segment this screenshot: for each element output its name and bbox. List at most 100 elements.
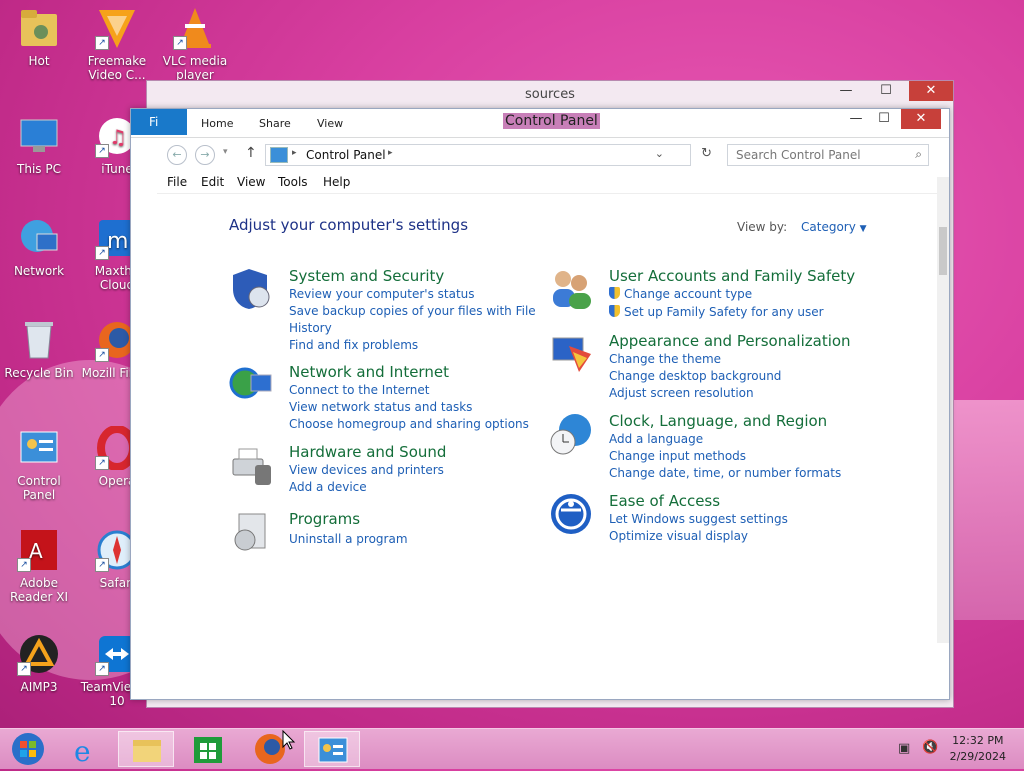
network-globe-icon: [229, 363, 273, 407]
category-link[interactable]: Set up Family Safety for any user: [624, 305, 824, 319]
chevron-down-icon: ▼: [859, 224, 867, 234]
shortcut-arrow-icon: ↗: [95, 36, 109, 50]
maximize-icon[interactable]: ☐: [867, 109, 901, 129]
uac-shield-icon: [609, 287, 620, 299]
view-by-label: View by:: [737, 220, 788, 234]
view-by-dropdown[interactable]: Category ▼: [801, 220, 867, 234]
recycle-bin-icon: [17, 318, 61, 362]
control-panel-icon: [270, 147, 288, 163]
tab-share[interactable]: Share: [259, 117, 291, 130]
desktop-icon-label: This PC: [17, 162, 61, 176]
maximize-icon[interactable]: ☐: [869, 81, 903, 101]
desktop-icon-recycle-bin[interactable]: Recycle Bin: [0, 318, 78, 380]
desktop-icon-label: Recycle Bin: [4, 366, 74, 380]
category-title[interactable]: Programs: [289, 510, 360, 528]
menu-bar: File Edit View Tools Help: [157, 171, 937, 194]
desktop-icon-control-panel[interactable]: Control Panel: [0, 426, 78, 502]
control-panel-content: Adjust your computer's settings View by:…: [157, 195, 943, 695]
category-link[interactable]: Add a language: [609, 432, 703, 446]
address-bar[interactable]: ▸ Control Panel ▸ ⌄ ↻: [265, 144, 712, 166]
start-button[interactable]: [2, 731, 58, 767]
taskbar-file-explorer[interactable]: [118, 731, 174, 767]
desktop-icon-label: Adobe Reader XI: [9, 576, 69, 604]
category-link[interactable]: Uninstall a program: [289, 532, 408, 546]
close-icon[interactable]: ✕: [901, 109, 941, 129]
control-panel-window[interactable]: Fi Home Share View Control Panel — ☐ ✕ ←…: [130, 108, 950, 700]
category-link[interactable]: Change date, time, or number formats: [609, 466, 841, 480]
menu-view[interactable]: View: [237, 175, 265, 189]
desktop-icon-aimp3[interactable]: ↗ AIMP3: [0, 632, 78, 694]
up-arrow-icon[interactable]: ↑: [245, 145, 257, 161]
breadcrumb-separator-icon: ▸: [292, 148, 297, 158]
category-link[interactable]: Let Windows suggest settings: [609, 512, 788, 526]
category-link-with-shield[interactable]: Set up Family Safety for any user: [609, 305, 824, 319]
internet-explorer-icon: e: [74, 735, 91, 768]
category-link[interactable]: Review your computer's status: [289, 287, 475, 301]
menu-edit[interactable]: Edit: [201, 175, 224, 189]
category-link[interactable]: Change desktop background: [609, 369, 781, 383]
file-tab[interactable]: Fi: [131, 109, 187, 135]
taskbar: e ▣ 🔇 12:32 PM 2/29/2024: [0, 728, 1024, 769]
forward-arrow-icon[interactable]: →: [195, 145, 215, 165]
tab-view[interactable]: View: [317, 117, 343, 130]
back-arrow-icon[interactable]: ←: [167, 145, 187, 165]
category-link-with-shield[interactable]: Change account type: [609, 287, 752, 301]
network-tray-icon[interactable]: ▣: [898, 741, 910, 756]
category-title[interactable]: System and Security: [289, 267, 444, 285]
taskbar-control-panel[interactable]: [304, 731, 360, 767]
system-clock[interactable]: 12:32 PM 2/29/2024: [950, 733, 1006, 765]
category-title[interactable]: User Accounts and Family Safety: [609, 267, 855, 285]
menu-tools[interactable]: Tools: [278, 175, 308, 189]
vertical-scrollbar[interactable]: [937, 177, 949, 643]
breadcrumb-chevron-icon[interactable]: ▸: [388, 148, 393, 158]
menu-help[interactable]: Help: [323, 175, 350, 189]
menu-file[interactable]: File: [167, 175, 187, 189]
search-icon[interactable]: ⌕: [915, 147, 922, 162]
recent-locations-chevron-icon[interactable]: ▾: [223, 147, 228, 157]
desktop-icon-this-pc[interactable]: This PC: [0, 114, 78, 176]
category-link[interactable]: View devices and printers: [289, 463, 444, 477]
category-link[interactable]: View network status and tasks: [289, 400, 472, 414]
appearance-icon: [549, 332, 593, 376]
computer-icon: [17, 114, 61, 158]
category-link[interactable]: Connect to the Internet: [289, 383, 429, 397]
minimize-icon[interactable]: —: [829, 81, 863, 101]
volume-muted-icon[interactable]: 🔇: [922, 740, 938, 755]
close-icon[interactable]: ✕: [909, 81, 953, 101]
taskbar-ie[interactable]: e: [60, 731, 116, 768]
category-title[interactable]: Ease of Access: [609, 492, 720, 510]
category-link[interactable]: Find and fix problems: [289, 338, 418, 352]
category-title[interactable]: Hardware and Sound: [289, 443, 446, 461]
tab-home[interactable]: Home: [201, 117, 233, 130]
category-link[interactable]: Adjust screen resolution: [609, 386, 754, 400]
desktop-icon-hot[interactable]: Hot: [0, 6, 78, 68]
scrollbar-thumb[interactable]: [939, 227, 947, 275]
category-link[interactable]: Change account type: [624, 287, 752, 301]
category-title[interactable]: Network and Internet: [289, 363, 449, 381]
breadcrumb-control-panel[interactable]: Control Panel: [306, 148, 386, 162]
clock-time: 12:32 PM: [952, 734, 1004, 747]
desktop-icon-vlc[interactable]: ↗ VLC media player: [156, 6, 234, 82]
refresh-icon[interactable]: ↻: [701, 146, 712, 161]
category-link[interactable]: Save backup copies of your files with Fi…: [289, 304, 536, 318]
category-link[interactable]: Optimize visual display: [609, 529, 748, 543]
desktop-icon-network[interactable]: Network: [0, 216, 78, 278]
shortcut-arrow-icon: ↗: [95, 662, 109, 676]
category-title[interactable]: Clock, Language, and Region: [609, 412, 827, 430]
control-panel-icon: [318, 737, 348, 763]
category-link[interactable]: History: [289, 321, 332, 335]
taskbar-store[interactable]: [180, 731, 236, 767]
shortcut-arrow-icon: ↗: [95, 246, 109, 260]
search-input[interactable]: Search Control Panel: [736, 148, 861, 162]
search-box[interactable]: Search Control Panel ⌕: [727, 144, 929, 166]
category-link[interactable]: Change the theme: [609, 352, 721, 366]
category-link[interactable]: Choose homegroup and sharing options: [289, 417, 529, 431]
desktop-icon-freemake[interactable]: ↗ Freemake Video C...: [78, 6, 156, 82]
category-title[interactable]: Appearance and Personalization: [609, 332, 851, 350]
category-link[interactable]: Add a device: [289, 480, 367, 494]
desktop-icon-adobe-reader[interactable]: A ↗ Adobe Reader XI: [0, 528, 78, 604]
address-dropdown-icon[interactable]: ⌄: [655, 147, 664, 160]
printer-icon: [229, 443, 273, 487]
category-link[interactable]: Change input methods: [609, 449, 746, 463]
ease-of-access-icon: [549, 492, 593, 536]
